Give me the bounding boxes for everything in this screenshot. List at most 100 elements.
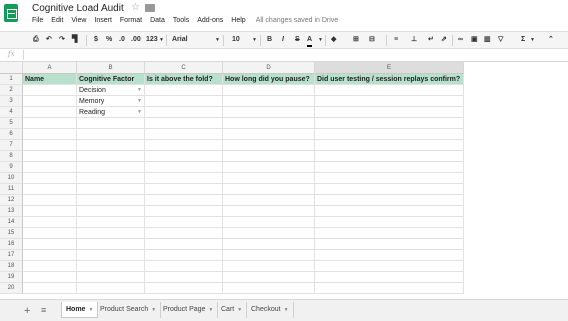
grid-cell[interactable] <box>77 272 145 283</box>
grid-cell[interactable] <box>223 239 315 250</box>
grid-cell[interactable] <box>77 118 145 129</box>
grid-cell[interactable] <box>23 118 77 129</box>
grid-cell[interactable] <box>23 85 77 96</box>
grid-cell[interactable] <box>145 217 223 228</box>
collapse-toolbar-icon[interactable]: ⌃ <box>548 35 554 45</box>
sheet-tab-home[interactable]: Home ▼ <box>61 302 99 318</box>
menu-format[interactable]: Format <box>120 17 142 24</box>
grid-cell[interactable] <box>223 184 315 195</box>
grid-cell[interactable] <box>23 96 77 107</box>
grid-cell[interactable] <box>315 140 464 151</box>
sheet-tab-product-search[interactable]: Product Search ▼ <box>96 302 162 318</box>
row-header[interactable]: 17 <box>0 250 23 261</box>
dropdown-arrow-icon[interactable]: ▼ <box>137 107 142 117</box>
menu-insert[interactable]: Insert <box>94 17 112 24</box>
grid-cell[interactable] <box>23 107 77 118</box>
grid-cell[interactable] <box>23 250 77 261</box>
grid-cell[interactable] <box>77 206 145 217</box>
font-select[interactable]: Arial <box>172 35 188 45</box>
redo-icon[interactable]: ↷ <box>59 35 65 45</box>
menu-edit[interactable]: Edit <box>51 17 63 24</box>
grid-cell[interactable] <box>77 261 145 272</box>
grid-cell[interactable] <box>145 261 223 272</box>
grid-cell[interactable] <box>223 272 315 283</box>
grid-cell[interactable] <box>145 85 223 96</box>
header-cell[interactable]: Cognitive Factor <box>77 74 145 85</box>
grid-cell[interactable] <box>223 283 315 294</box>
header-cell[interactable]: Is it above the fold? <box>145 74 223 85</box>
percent-button[interactable]: % <box>106 35 112 45</box>
row-header[interactable]: 1 <box>0 74 23 85</box>
grid-cell[interactable] <box>315 217 464 228</box>
column-header-d[interactable]: D <box>223 62 315 74</box>
row-header[interactable]: 5 <box>0 118 23 129</box>
row-header[interactable]: 19 <box>0 272 23 283</box>
grid-cell[interactable] <box>223 261 315 272</box>
column-header-e[interactable]: E <box>315 62 464 74</box>
row-header[interactable]: 11 <box>0 184 23 195</box>
grid-cell[interactable] <box>145 239 223 250</box>
grid-cell[interactable] <box>77 283 145 294</box>
grid-cell[interactable] <box>77 195 145 206</box>
grid-cell[interactable] <box>145 162 223 173</box>
row-header[interactable]: 20 <box>0 283 23 294</box>
menu-data[interactable]: Data <box>150 17 165 24</box>
grid-cell[interactable] <box>77 162 145 173</box>
grid-cell[interactable] <box>145 195 223 206</box>
formula-input[interactable] <box>28 50 558 60</box>
grid-cell[interactable] <box>77 250 145 261</box>
grid-cell[interactable] <box>23 195 77 206</box>
grid-cell[interactable] <box>77 173 145 184</box>
header-cell[interactable]: How long did you pause? <box>223 74 315 85</box>
row-header[interactable]: 7 <box>0 140 23 151</box>
row-header[interactable]: 14 <box>0 217 23 228</box>
menu-help[interactable]: Help <box>231 17 245 24</box>
text-wrap-icon[interactable]: ↵ <box>428 35 434 45</box>
sheet-tab-checkout[interactable]: Checkout ▼ <box>247 302 294 318</box>
row-header[interactable]: 12 <box>0 195 23 206</box>
header-cell[interactable]: Did user testing / session replays confi… <box>315 74 464 85</box>
grid-cell[interactable] <box>23 162 77 173</box>
add-sheet-icon[interactable]: + <box>24 305 30 317</box>
grid-cell[interactable] <box>315 118 464 129</box>
grid-cell[interactable] <box>223 107 315 118</box>
grid-cell[interactable] <box>145 184 223 195</box>
folder-icon[interactable] <box>145 4 155 12</box>
grid-cell[interactable] <box>145 140 223 151</box>
grid-cell[interactable] <box>77 151 145 162</box>
text-rotation-icon[interactable]: ⇗ <box>441 35 447 45</box>
row-header[interactable]: 2 <box>0 85 23 96</box>
grid-cell[interactable] <box>145 228 223 239</box>
grid-cell[interactable] <box>315 228 464 239</box>
grid-cell[interactable] <box>315 206 464 217</box>
grid-cell[interactable] <box>145 96 223 107</box>
grid-cell[interactable] <box>77 184 145 195</box>
grid-cell[interactable] <box>315 173 464 184</box>
menu-view[interactable]: View <box>71 17 86 24</box>
grid-cell[interactable] <box>315 151 464 162</box>
grid-cell[interactable] <box>23 206 77 217</box>
column-header-a[interactable]: A <box>23 62 77 74</box>
grid-cell[interactable] <box>145 129 223 140</box>
row-header[interactable]: 9 <box>0 162 23 173</box>
grid-cell[interactable] <box>223 129 315 140</box>
row-header[interactable]: 15 <box>0 228 23 239</box>
grid-cell[interactable] <box>77 228 145 239</box>
document-title[interactable]: Cognitive Load Audit <box>32 3 124 14</box>
grid-cell[interactable] <box>77 217 145 228</box>
grid-cell[interactable] <box>315 184 464 195</box>
grid-cell[interactable] <box>315 239 464 250</box>
grid-cell[interactable] <box>315 162 464 173</box>
chevron-down-icon[interactable]: ▼ <box>215 35 220 45</box>
star-icon[interactable]: ☆ <box>131 2 140 13</box>
grid-cell[interactable] <box>315 85 464 96</box>
grid-cell[interactable] <box>315 272 464 283</box>
menu-file[interactable]: File <box>32 17 43 24</box>
grid-cell[interactable] <box>223 162 315 173</box>
grid-cell[interactable] <box>315 96 464 107</box>
grid-cell[interactable] <box>23 261 77 272</box>
print-icon[interactable]: ⎙ <box>33 35 39 45</box>
grid-cell[interactable] <box>223 85 315 96</box>
chevron-down-icon[interactable]: ▼ <box>159 35 164 45</box>
grid-cell[interactable] <box>145 250 223 261</box>
